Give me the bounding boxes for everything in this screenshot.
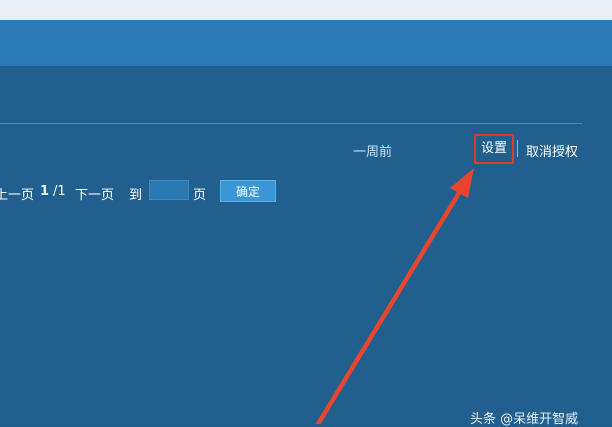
content-panel [0,66,612,424]
settings-link[interactable]: 设置 [474,134,514,164]
prev-page-link[interactable]: 上一页 [0,184,34,203]
confirm-button[interactable]: 确定 [220,180,276,202]
revoke-authorization-link[interactable]: 取消授权 [526,141,578,160]
total-pages: /1 [53,184,66,199]
nav-bar [0,20,612,66]
timestamp-text: 一周前 [353,145,393,160]
current-page: 1 [40,184,50,199]
row-divider [0,123,582,124]
goto-label: 到 [129,188,143,203]
next-page-link[interactable]: 下一页 [75,184,114,203]
page-number-input[interactable] [149,180,189,200]
page-unit-label: 页 [193,188,207,203]
top-strip [0,0,612,20]
link-separator [517,140,518,157]
watermark: 头条 @呆维开智威 [470,412,579,427]
